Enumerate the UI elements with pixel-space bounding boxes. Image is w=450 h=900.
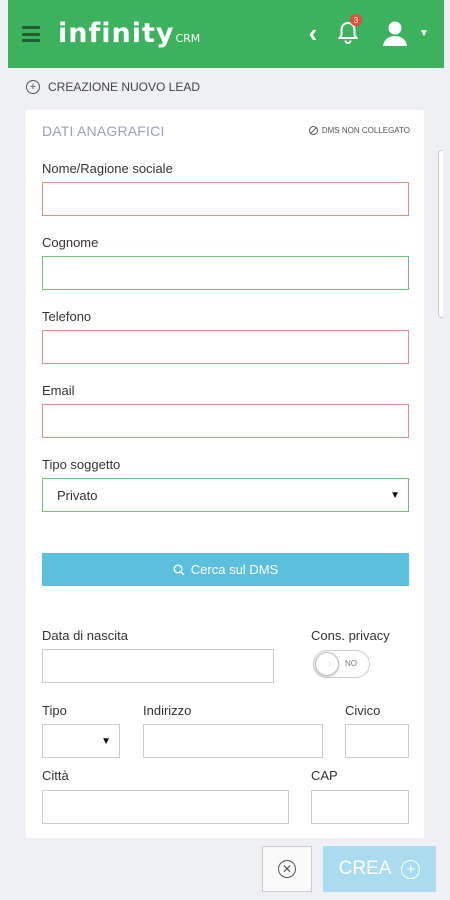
section-title: + CREAZIONE NUOVO LEAD <box>26 80 200 94</box>
email-label: Email <box>42 383 75 398</box>
tipo-soggetto-value: Privato <box>57 487 98 503</box>
dropdown-arrow-icon: ▼ <box>390 490 400 501</box>
dropdown-arrow-icon: ▼ <box>101 736 111 747</box>
cap-input[interactable] <box>311 790 409 824</box>
data-nascita-label: Data di nascita <box>42 628 128 643</box>
email-input[interactable] <box>42 404 409 438</box>
civico-input[interactable] <box>345 724 409 758</box>
ban-icon <box>308 126 318 135</box>
tipo-label: Tipo <box>42 703 67 718</box>
app-logo[interactable]: infinityCRM <box>58 18 200 49</box>
create-button-label: CREA <box>338 858 392 879</box>
indirizzo-input[interactable] <box>143 724 323 758</box>
close-circle-icon: ✕ <box>278 860 296 878</box>
tipo-soggetto-select[interactable]: Privato ▼ <box>42 478 409 512</box>
cancel-button[interactable]: ✕ <box>262 846 312 892</box>
scroll-handle[interactable] <box>438 150 443 318</box>
dms-status-text: DMS NON COLLEGATO <box>321 126 410 135</box>
indirizzo-label: Indirizzo <box>143 703 192 718</box>
section-title-text: CREAZIONE NUOVO LEAD <box>48 80 201 94</box>
citta-input[interactable] <box>42 790 289 824</box>
civico-label: Civico <box>345 703 381 718</box>
create-button[interactable]: CREA + <box>323 846 436 892</box>
search-icon <box>173 564 185 575</box>
personal-data-card: DATI ANAGRAFICI DMS NON COLLEGATO Nome/R… <box>26 110 424 840</box>
data-nascita-input[interactable] <box>42 649 274 683</box>
tipo-soggetto-label: Tipo soggetto <box>42 457 121 472</box>
telefono-label: Telefono <box>42 309 92 324</box>
plus-circle-icon: + <box>401 859 421 879</box>
privacy-toggle[interactable]: NO <box>313 650 370 678</box>
logo-text: infinity <box>58 18 175 49</box>
nome-input[interactable] <box>42 182 409 216</box>
citta-label: Città <box>42 768 69 783</box>
add-circle-icon: + <box>26 80 40 94</box>
privacy-label: Cons. privacy <box>311 628 390 643</box>
nome-label: Nome/Ragione sociale <box>42 161 173 176</box>
notification-badge: 3 <box>350 14 362 26</box>
cognome-input[interactable] <box>42 256 409 290</box>
search-dms-button[interactable]: Cerca sul DMS <box>42 553 409 586</box>
toggle-knob <box>315 652 339 676</box>
tipo-select[interactable]: ▼ <box>42 724 120 758</box>
cap-label: CAP <box>311 768 338 783</box>
back-chevron-icon[interactable]: ‹ <box>302 18 324 48</box>
privacy-toggle-text: NO <box>345 659 357 668</box>
top-navbar: infinityCRM <box>8 0 444 68</box>
user-menu-caret-icon[interactable]: ▼ <box>419 28 429 39</box>
user-icon[interactable] <box>380 18 410 48</box>
hamburger-icon[interactable] <box>22 26 40 42</box>
card-title: DATI ANAGRAFICI <box>42 123 165 139</box>
telefono-input[interactable] <box>42 330 409 364</box>
cognome-label: Cognome <box>42 235 99 250</box>
search-dms-label: Cerca sul DMS <box>190 562 279 577</box>
logo-suffix: CRM <box>175 32 201 45</box>
dms-status: DMS NON COLLEGATO <box>308 126 410 135</box>
